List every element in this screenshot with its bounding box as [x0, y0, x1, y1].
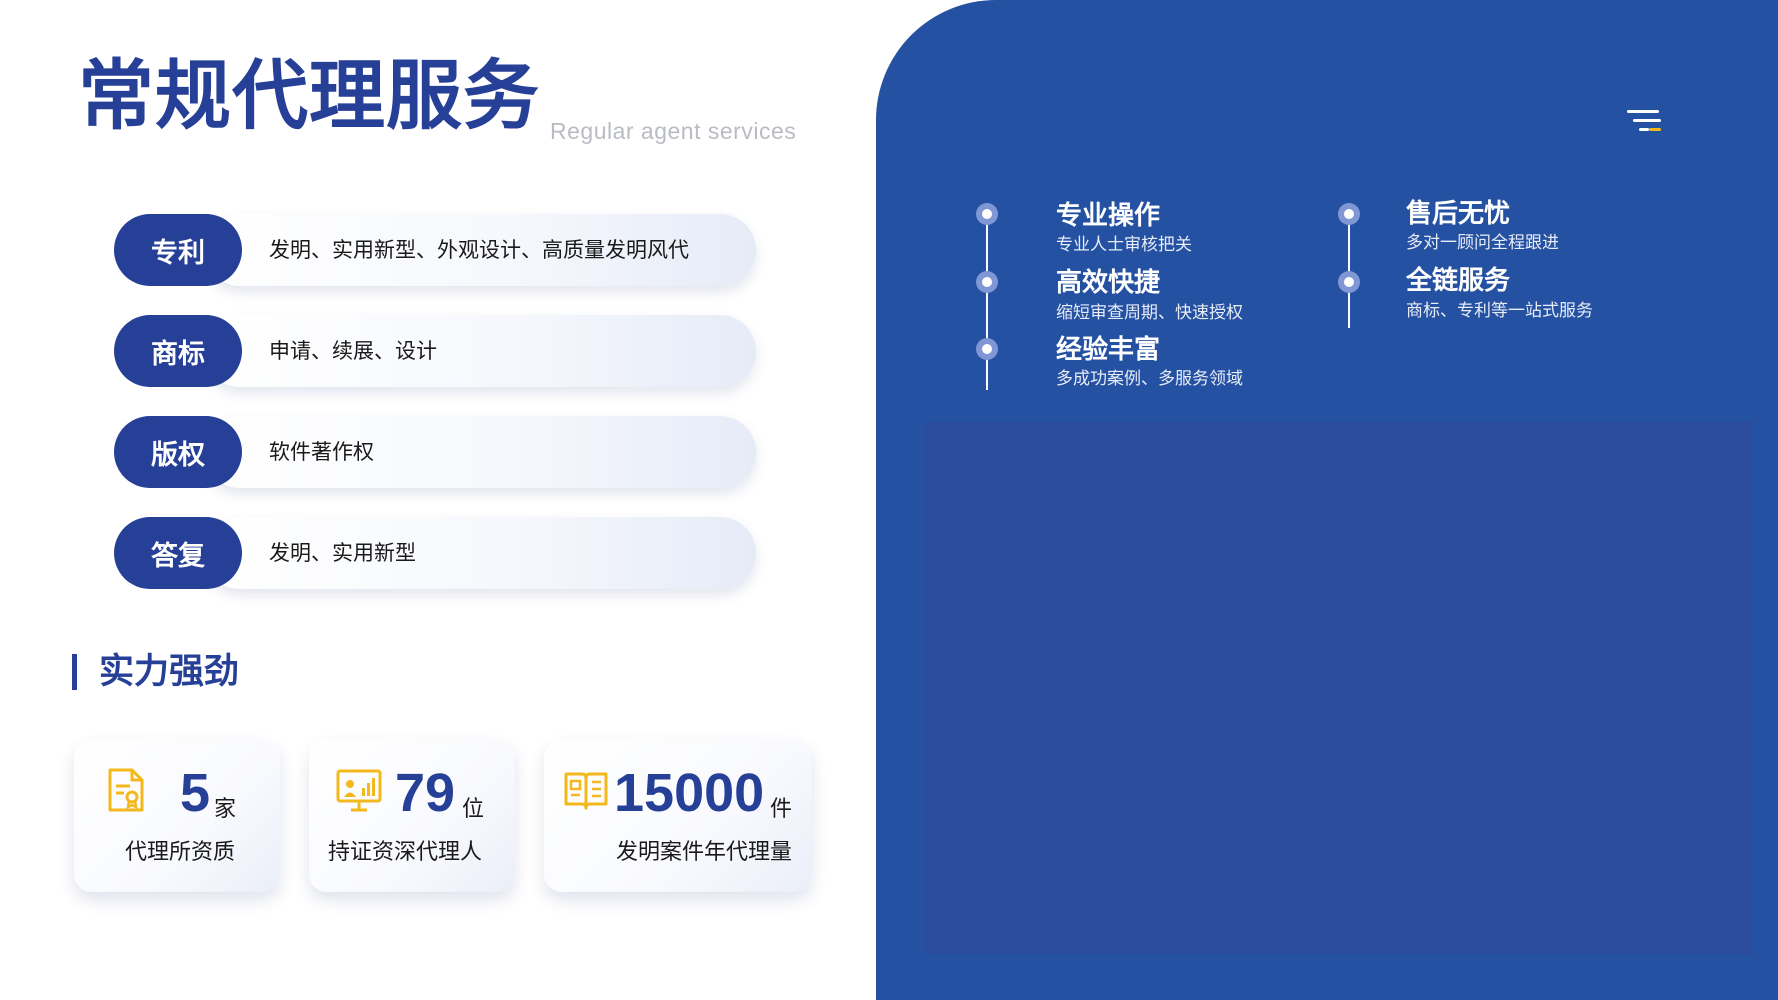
section-title: 实力强劲: [99, 652, 240, 692]
page-title: 常规代理服务: [78, 51, 540, 140]
page-subtitle: Regular agent services: [550, 118, 797, 144]
service-tag: 专利: [114, 214, 242, 286]
menu-icon[interactable]: [1627, 110, 1661, 134]
stat-card-agents: 79 位 持证资深代理人: [309, 740, 515, 892]
service-desc: 申请、续展、设计: [269, 339, 437, 363]
book-icon: [564, 772, 608, 810]
presenter-icon: [336, 769, 382, 812]
feature-desc: 专业人士审核把关: [1056, 235, 1192, 255]
stat-value: 15000: [614, 763, 765, 823]
service-tag: 商标: [114, 315, 242, 387]
stat-card-agencies: 5 家 代理所资质: [74, 740, 280, 892]
timeline-dot: [1338, 271, 1360, 293]
stat-label: 发明案件年代理量: [616, 840, 793, 865]
stat-unit: 位: [462, 797, 485, 822]
service-tag: 版权: [114, 416, 242, 488]
timeline-dot: [976, 203, 998, 225]
feature-desc: 商标、专利等一站式服务: [1406, 301, 1593, 321]
feature-title: 专业操作: [1056, 201, 1161, 231]
service-tag: 答复: [114, 517, 242, 589]
certificate-icon: [108, 768, 144, 812]
service-desc: 软件著作权: [269, 440, 374, 464]
feature-title: 经验丰富: [1056, 335, 1161, 365]
service-item-patent: 专利 发明、实用新型、外观设计、高质量发明风代: [114, 214, 756, 286]
stat-unit: 件: [770, 797, 793, 822]
timeline-line: [986, 214, 988, 390]
stat-value: 5: [180, 763, 211, 823]
timeline-line: [1348, 212, 1350, 328]
service-desc: 发明、实用新型: [269, 541, 416, 565]
feature-desc: 多成功案例、多服务领域: [1056, 369, 1243, 389]
service-item-trademark: 商标 申请、续展、设计: [114, 315, 756, 387]
timeline-dot: [1338, 203, 1360, 225]
feature-title: 全链服务: [1406, 266, 1511, 296]
stat-value: 79: [395, 763, 456, 823]
stat-unit: 家: [214, 797, 237, 822]
timeline-dot: [976, 271, 998, 293]
timeline-dot: [976, 338, 998, 360]
feature-title: 售后无忧: [1406, 199, 1511, 229]
stat-card-cases: 15000 件 发明案件年代理量: [544, 740, 812, 892]
stat-label: 代理所资质: [125, 840, 236, 865]
feature-title: 高效快捷: [1056, 268, 1161, 298]
service-item-copyright: 版权 软件著作权: [114, 416, 756, 488]
service-desc: 发明、实用新型、外观设计、高质量发明风代: [269, 238, 689, 262]
section-accent-bar: [72, 654, 77, 690]
service-item-reply: 答复 发明、实用新型: [114, 517, 756, 589]
feature-desc: 多对一顾问全程跟进: [1406, 233, 1559, 253]
stat-label: 持证资深代理人: [328, 840, 483, 865]
content-placeholder-box: [925, 422, 1751, 954]
feature-desc: 缩短审查周期、快速授权: [1056, 303, 1243, 323]
